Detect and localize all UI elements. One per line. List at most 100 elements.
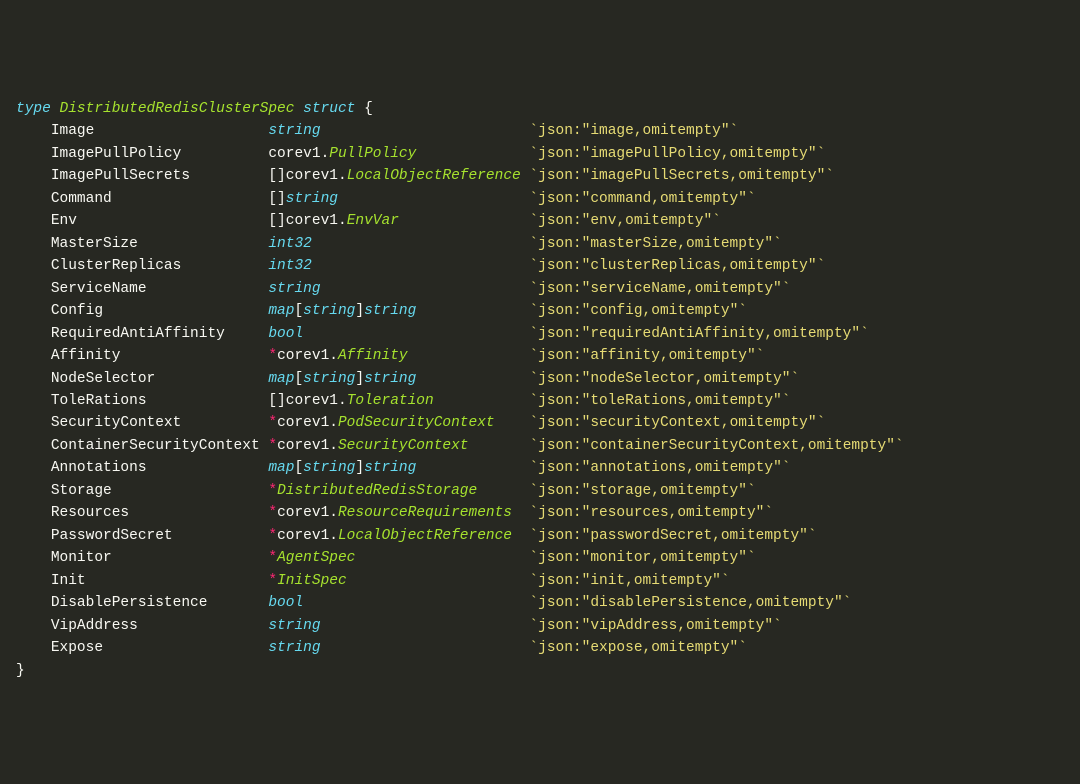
type-token: * <box>268 483 277 499</box>
type-token: AgentSpec <box>277 550 355 566</box>
field-name: Annotations <box>51 460 269 476</box>
field-row: Env []corev1.EnvVar `json:"env,omitempty… <box>16 210 1064 232</box>
field-row: Storage *DistributedRedisStorage `json:"… <box>16 480 1064 502</box>
struct-keyword: struct <box>303 101 355 117</box>
struct-name: DistributedRedisClusterSpec <box>60 101 295 117</box>
type-token: * <box>268 505 277 521</box>
type-token: []corev1. <box>268 213 346 229</box>
json-tag: `json:"command,omitempty"` <box>529 191 755 207</box>
field-name: MasterSize <box>51 236 269 252</box>
json-tag: `json:"containerSecurityContext,omitempt… <box>529 438 903 454</box>
type-token: ] <box>355 303 364 319</box>
type-token: EnvVar <box>347 213 399 229</box>
type-token: string <box>364 460 416 476</box>
type-token: string <box>364 371 416 387</box>
json-tag: `json:"imagePullSecrets,omitempty"` <box>529 168 834 184</box>
field-name: Storage <box>51 483 269 499</box>
json-tag: `json:"affinity,omitempty"` <box>529 348 764 364</box>
type-keyword: type <box>16 101 51 117</box>
type-token: corev1. <box>277 528 338 544</box>
json-tag: `json:"securityContext,omitempty"` <box>529 415 825 431</box>
json-tag: `json:"imagePullPolicy,omitempty"` <box>529 146 825 162</box>
type-token: corev1. <box>277 438 338 454</box>
type-token: corev1. <box>277 505 338 521</box>
type-token: LocalObjectReference <box>338 528 512 544</box>
type-token: Affinity <box>338 348 408 364</box>
field-name: NodeSelector <box>51 371 269 387</box>
field-list: Image string `json:"image,omitempty"` Im… <box>16 120 1064 659</box>
brace-open: { <box>355 101 372 117</box>
json-tag: `json:"disablePersistence,omitempty"` <box>529 595 851 611</box>
field-row: Init *InitSpec `json:"init,omitempty"` <box>16 570 1064 592</box>
field-row: ClusterReplicas int32 `json:"clusterRepl… <box>16 255 1064 277</box>
json-tag: `json:"env,omitempty"` <box>529 213 720 229</box>
json-tag: `json:"image,omitempty"` <box>529 123 738 139</box>
field-name: ClusterReplicas <box>51 258 269 274</box>
type-token: ] <box>355 460 364 476</box>
field-name: ContainerSecurityContext <box>51 438 269 454</box>
json-tag: `json:"clusterReplicas,omitempty"` <box>529 258 825 274</box>
type-token: string <box>268 618 320 634</box>
field-name: Command <box>51 191 269 207</box>
json-tag: `json:"storage,omitempty"` <box>529 483 755 499</box>
type-token: [ <box>294 371 303 387</box>
type-token: bool <box>268 326 303 342</box>
type-token: PodSecurityContext <box>338 415 495 431</box>
field-row: Expose string `json:"expose,omitempty"` <box>16 637 1064 659</box>
brace-close: } <box>16 663 25 679</box>
json-tag: `json:"config,omitempty"` <box>529 303 747 319</box>
type-token: PullPolicy <box>329 146 416 162</box>
field-name: SecurityContext <box>51 415 269 431</box>
json-tag: `json:"masterSize,omitempty"` <box>529 236 781 252</box>
type-token: []corev1. <box>268 393 346 409</box>
type-token: InitSpec <box>277 573 347 589</box>
type-token: [] <box>268 191 285 207</box>
field-row: Resources *corev1.ResourceRequirements `… <box>16 502 1064 524</box>
field-name: ImagePullPolicy <box>51 146 269 162</box>
field-name: DisablePersistence <box>51 595 269 611</box>
field-name: Image <box>51 123 269 139</box>
field-row: Affinity *corev1.Affinity `json:"affinit… <box>16 345 1064 367</box>
json-tag: `json:"serviceName,omitempty"` <box>529 281 790 297</box>
type-token: string <box>286 191 338 207</box>
field-row: MasterSize int32 `json:"masterSize,omite… <box>16 233 1064 255</box>
type-token: bool <box>268 595 303 611</box>
field-row: DisablePersistence bool `json:"disablePe… <box>16 592 1064 614</box>
type-token: int32 <box>268 258 312 274</box>
field-name: Expose <box>51 640 269 656</box>
json-tag: `json:"requiredAntiAffinity,omitempty"` <box>529 326 868 342</box>
field-row: RequiredAntiAffinity bool `json:"require… <box>16 323 1064 345</box>
field-name: PasswordSecret <box>51 528 269 544</box>
field-row: Monitor *AgentSpec `json:"monitor,omitem… <box>16 547 1064 569</box>
struct-header: type DistributedRedisClusterSpec struct … <box>16 98 1064 120</box>
field-name: Monitor <box>51 550 269 566</box>
field-row: ImagePullSecrets []corev1.LocalObjectRef… <box>16 165 1064 187</box>
json-tag: `json:"expose,omitempty"` <box>529 640 747 656</box>
field-row: PasswordSecret *corev1.LocalObjectRefere… <box>16 525 1064 547</box>
type-token: * <box>268 415 277 431</box>
field-name: ImagePullSecrets <box>51 168 269 184</box>
field-name: Init <box>51 573 269 589</box>
field-row: ToleRations []corev1.Toleration `json:"t… <box>16 390 1064 412</box>
field-row: Config map[string]string `json:"config,o… <box>16 300 1064 322</box>
field-row: VipAddress string `json:"vipAddress,omit… <box>16 615 1064 637</box>
field-row: ContainerSecurityContext *corev1.Securit… <box>16 435 1064 457</box>
field-row: SecurityContext *corev1.PodSecurityConte… <box>16 412 1064 434</box>
type-token: string <box>303 460 355 476</box>
type-token: ] <box>355 371 364 387</box>
json-tag: `json:"resources,omitempty"` <box>529 505 773 521</box>
type-token: string <box>303 303 355 319</box>
field-name: Resources <box>51 505 269 521</box>
field-row: Annotations map[string]string `json:"ann… <box>16 457 1064 479</box>
field-name: Affinity <box>51 348 269 364</box>
field-name: VipAddress <box>51 618 269 634</box>
type-token: DistributedRedisStorage <box>277 483 477 499</box>
field-name: ToleRations <box>51 393 269 409</box>
type-token: string <box>303 371 355 387</box>
json-tag: `json:"annotations,omitempty"` <box>529 460 790 476</box>
type-token: corev1. <box>277 415 338 431</box>
json-tag: `json:"passwordSecret,omitempty"` <box>529 528 816 544</box>
type-token: Toleration <box>347 393 434 409</box>
type-token: map <box>268 303 294 319</box>
json-tag: `json:"vipAddress,omitempty"` <box>529 618 781 634</box>
